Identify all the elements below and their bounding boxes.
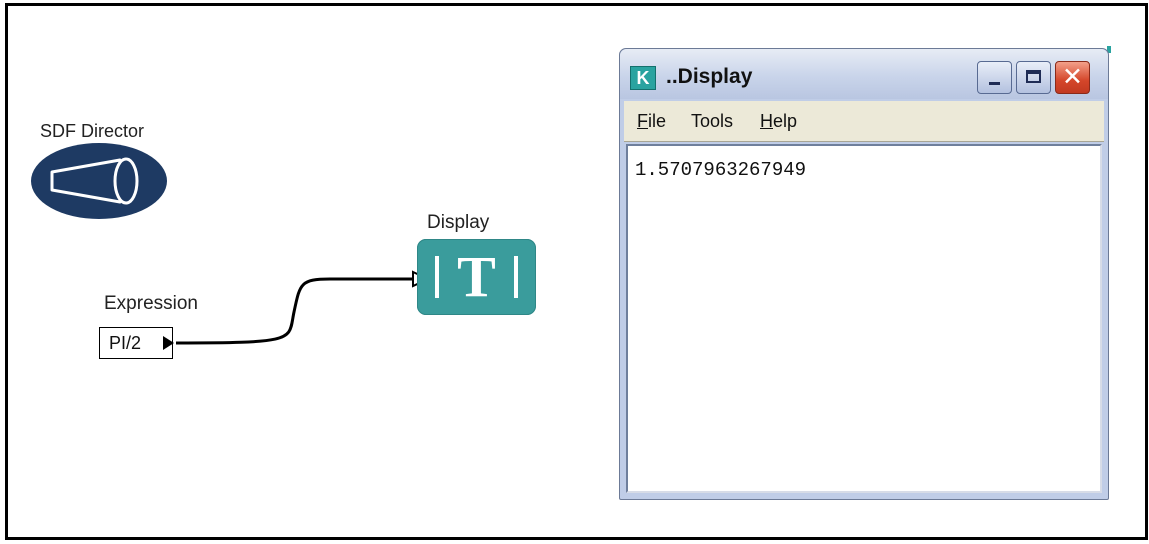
output-value: 1.5707963267949 xyxy=(635,159,807,181)
sdf-director-label: SDF Director xyxy=(40,121,145,141)
kepler-app-icon: K xyxy=(630,66,656,90)
output-port-icon[interactable] xyxy=(163,336,174,350)
menu-file[interactable]: File xyxy=(637,111,666,132)
display-bar-right xyxy=(514,256,518,298)
output-text-area[interactable]: 1.5707963267949 xyxy=(626,144,1102,493)
window-title: ..Display xyxy=(666,65,753,88)
menu-bar: File Tools Help xyxy=(624,101,1104,142)
menu-tools[interactable]: Tools xyxy=(691,111,733,132)
maximize-icon xyxy=(1026,70,1041,83)
sdf-director-icon[interactable] xyxy=(30,142,168,220)
close-icon: ✕ xyxy=(1062,62,1083,91)
display-window: K ..Display ✕ File Tools Help 1.57079632… xyxy=(619,48,1109,500)
menu-help[interactable]: Help xyxy=(760,111,797,132)
expression-value: PI/2 xyxy=(109,333,142,353)
expression-actor[interactable]: PI/2 xyxy=(99,327,174,359)
window-titlebar[interactable]: K ..Display ✕ xyxy=(620,49,1108,99)
display-actor[interactable]: T xyxy=(417,239,536,315)
display-t-icon: T xyxy=(457,244,496,309)
close-button[interactable]: ✕ xyxy=(1055,61,1090,94)
minimize-button[interactable] xyxy=(977,61,1012,94)
display-actor-label: Display xyxy=(427,212,490,233)
minimize-icon xyxy=(989,82,1000,85)
maximize-button[interactable] xyxy=(1016,61,1051,94)
expression-actor-label: Expression xyxy=(104,293,198,314)
